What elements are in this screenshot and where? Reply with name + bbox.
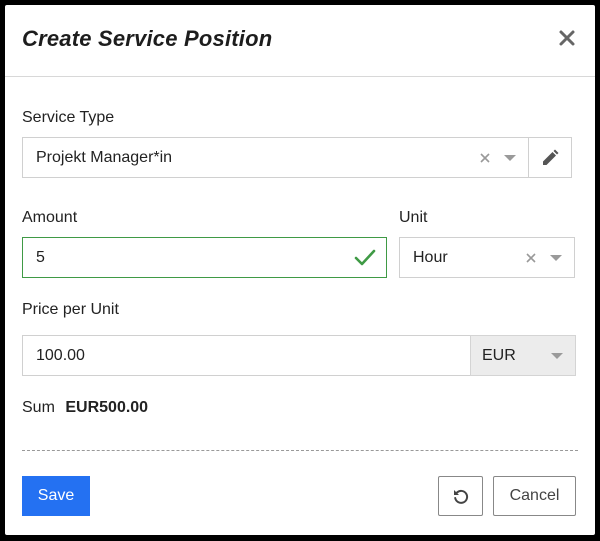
amount-label: Amount <box>22 209 78 226</box>
service-type-label: Service Type <box>22 109 115 126</box>
price-input[interactable]: 100.00 <box>22 335 471 376</box>
service-type-clear-icon[interactable] <box>478 151 492 165</box>
amount-value: 5 <box>36 249 45 266</box>
reset-button[interactable] <box>438 476 483 516</box>
currency-value: EUR <box>482 347 516 364</box>
currency-select[interactable]: EUR <box>470 335 576 376</box>
close-icon[interactable] <box>557 28 577 48</box>
save-button[interactable]: Save <box>22 476 90 516</box>
valid-check-icon <box>354 249 376 266</box>
dialog-header: Create Service Position <box>5 5 595 77</box>
service-type-chevron-down-icon[interactable] <box>504 155 516 161</box>
service-type-select[interactable]: Projekt Manager*in <box>22 137 529 178</box>
unit-select[interactable]: Hour <box>399 237 575 278</box>
pencil-icon <box>543 149 559 165</box>
price-value: 100.00 <box>36 347 85 364</box>
cancel-button[interactable]: Cancel <box>493 476 576 516</box>
currency-chevron-down-icon[interactable] <box>551 353 563 359</box>
unit-label: Unit <box>399 209 428 226</box>
service-type-value: Projekt Manager*in <box>36 149 173 166</box>
sum-value: EUR500.00 <box>65 399 149 416</box>
price-per-unit-label: Price per Unit <box>22 301 119 318</box>
sum-row: Sum EUR500.00 <box>22 399 148 417</box>
edit-service-type-button[interactable] <box>528 137 572 178</box>
create-service-position-dialog: Create Service Position Service Type Pro… <box>5 5 595 535</box>
unit-chevron-down-icon[interactable] <box>550 255 562 261</box>
sum-label: Sum <box>22 399 55 416</box>
undo-icon <box>454 489 469 504</box>
unit-value: Hour <box>413 249 448 266</box>
amount-input[interactable]: 5 <box>22 237 387 278</box>
unit-clear-icon[interactable] <box>524 251 538 265</box>
dialog-title: Create Service Position <box>22 26 273 51</box>
footer-divider <box>22 450 578 451</box>
